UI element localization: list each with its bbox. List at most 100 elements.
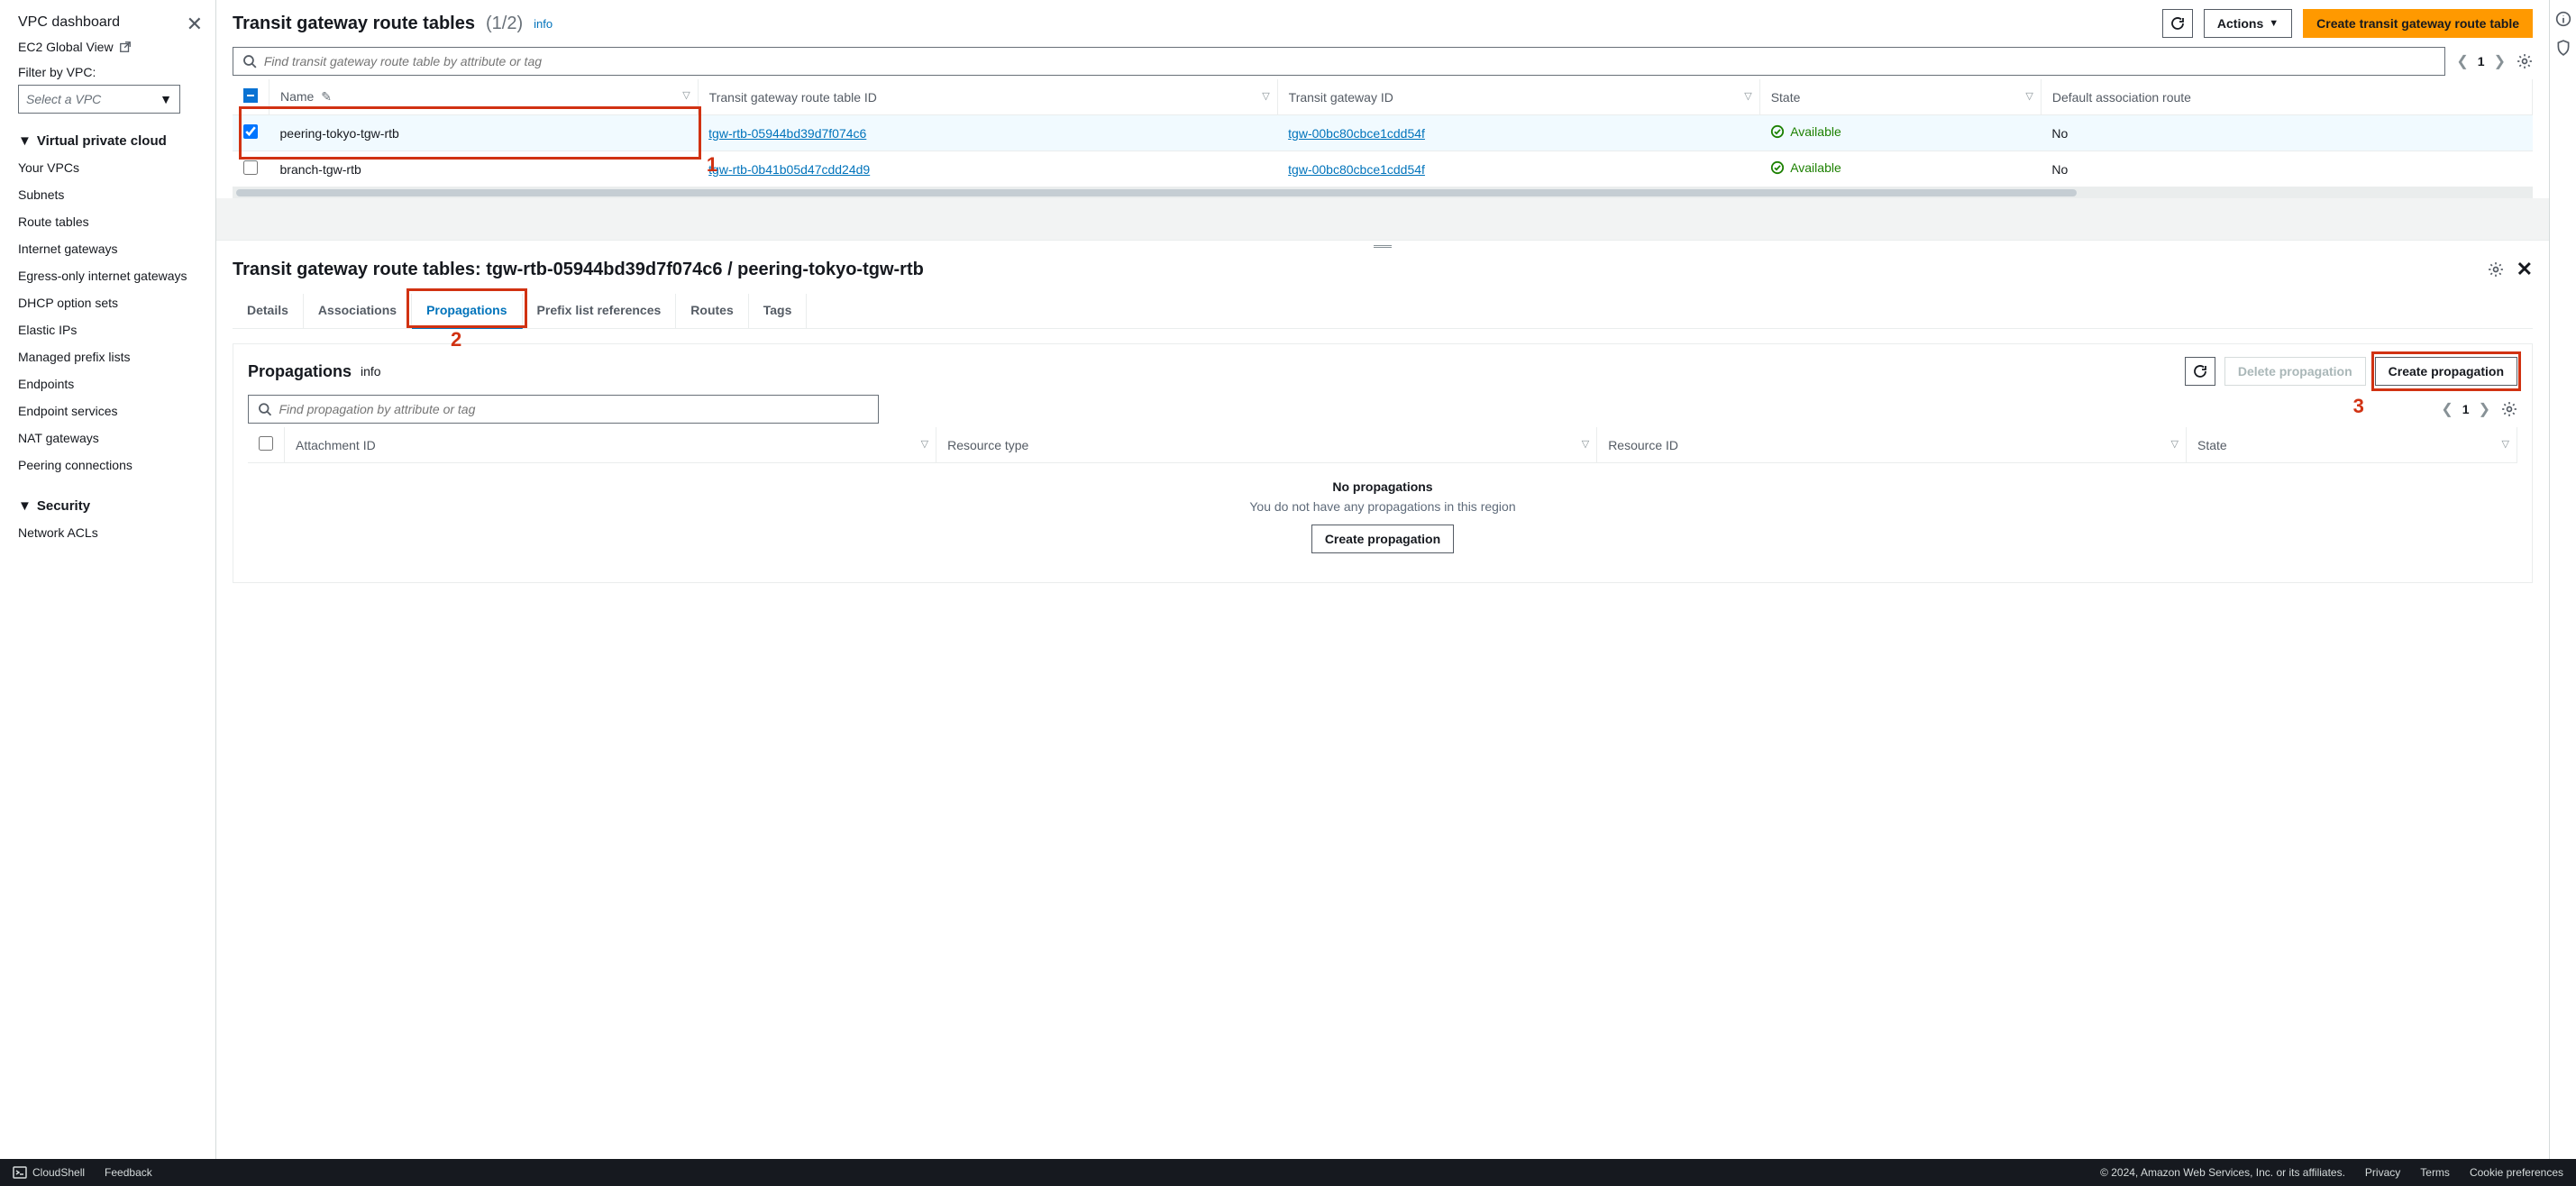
tab-details[interactable]: Details: [233, 294, 304, 328]
empty-propagations: No propagations You do not have any prop…: [248, 463, 2517, 570]
route-tables-pane: Transit gateway route tables (1/2) info …: [216, 0, 2549, 198]
col-default-assoc[interactable]: Default association route: [2041, 79, 2532, 115]
route-table-details-pane: Transit gateway route tables: tgw-rtb-05…: [216, 252, 2549, 1159]
sort-caret-icon: ▽: [921, 438, 928, 450]
shield-icon[interactable]: [2555, 40, 2571, 56]
info-link[interactable]: info: [361, 364, 381, 379]
select-all-checkbox[interactable]: [259, 436, 273, 451]
tgw-id-link[interactable]: tgw-00bc80cbce1cdd54f: [1288, 162, 1425, 177]
rtb-id-link[interactable]: tgw-rtb-0b41b05d47cdd24d9: [708, 162, 870, 177]
nav-subnets[interactable]: Subnets: [18, 181, 215, 208]
privacy-link[interactable]: Privacy: [2365, 1166, 2400, 1179]
tab-tags[interactable]: Tags: [749, 294, 808, 328]
refresh-icon: [2193, 364, 2207, 379]
propagations-table: Attachment ID▽ Resource type▽ Resource I…: [248, 427, 2517, 463]
vpc-select[interactable]: Select a VPC ▼: [18, 85, 180, 114]
col-attachment-id[interactable]: Attachment ID▽: [285, 427, 936, 463]
main: Transit gateway route tables (1/2) info …: [216, 0, 2549, 1159]
split-handle[interactable]: [216, 240, 2549, 252]
nav-dhcp-option-sets[interactable]: DHCP option sets: [18, 289, 215, 316]
ec2-global-label: EC2 Global View: [18, 40, 114, 54]
nav-nat-gateways[interactable]: NAT gateways: [18, 424, 215, 452]
pager-next[interactable]: ❯: [2479, 400, 2490, 418]
create-propagation-button[interactable]: Create propagation: [2375, 357, 2517, 386]
refresh-button[interactable]: [2185, 357, 2215, 386]
refresh-icon: [2170, 16, 2185, 31]
propagations-search-input[interactable]: [279, 402, 869, 416]
pager-prev[interactable]: ❮: [2441, 400, 2453, 418]
route-tables-search-input[interactable]: [264, 54, 2436, 68]
table-settings-button[interactable]: [2517, 53, 2533, 69]
footer: CloudShell Feedback © 2024, Amazon Web S…: [0, 1159, 2576, 1186]
tgw-id-link[interactable]: tgw-00bc80cbce1cdd54f: [1288, 126, 1425, 141]
pager-page: 1: [2462, 402, 2470, 416]
nav-endpoints[interactable]: Endpoints: [18, 370, 215, 397]
caret-down-icon: ▼: [18, 133, 32, 149]
col-resource-type[interactable]: Resource type▽: [936, 427, 1597, 463]
table-row[interactable]: branch-tgw-rtb 1 tgw-rtb-0b41b05d47cdd24…: [233, 151, 2533, 187]
terminal-icon: [13, 1165, 27, 1180]
nav-egress-gateways[interactable]: Egress-only internet gateways: [18, 262, 215, 289]
actions-button[interactable]: Actions ▼: [2204, 9, 2292, 38]
row-def-assoc: No: [2041, 115, 2532, 151]
grip-icon: [1374, 245, 1392, 248]
create-propagation-button-empty[interactable]: Create propagation: [1311, 525, 1454, 553]
tab-prefix-list[interactable]: Prefix list references: [523, 294, 677, 328]
row-checkbox[interactable]: [243, 160, 258, 175]
create-route-table-button[interactable]: Create transit gateway route table: [2303, 9, 2533, 38]
propagations-search[interactable]: [248, 395, 879, 424]
nav-route-tables[interactable]: Route tables: [18, 208, 215, 235]
sort-caret-icon: ▽: [2025, 90, 2032, 102]
col-resource-id[interactable]: Resource ID▽: [1597, 427, 2187, 463]
col-name[interactable]: Name ✎ ▽: [269, 79, 699, 115]
tab-routes[interactable]: Routes: [676, 294, 748, 328]
horizontal-scrollbar[interactable]: [233, 187, 2533, 198]
nav-peering-connections[interactable]: Peering connections: [18, 452, 215, 479]
info-link[interactable]: info: [534, 17, 553, 31]
section-vpc[interactable]: ▼ Virtual private cloud: [18, 133, 215, 149]
feedback-link[interactable]: Feedback: [105, 1166, 152, 1179]
sidebar-close-icon[interactable]: ✕: [187, 13, 203, 36]
pager-next[interactable]: ❯: [2494, 52, 2506, 70]
detail-close-button[interactable]: ✕: [2517, 258, 2533, 281]
empty-title: No propagations: [248, 479, 2517, 494]
col-rtb-id[interactable]: Transit gateway route table ID▽: [698, 79, 1277, 115]
tab-propagations[interactable]: Propagations: [412, 294, 522, 329]
rtb-id-link[interactable]: tgw-rtb-05944bd39d7f074c6: [708, 126, 866, 141]
nav-managed-prefix-lists[interactable]: Managed prefix lists: [18, 343, 215, 370]
cloudshell-button[interactable]: CloudShell: [13, 1165, 85, 1180]
route-tables-table-wrap: Name ✎ ▽ Transit gateway route table ID▽…: [233, 79, 2533, 198]
col-state[interactable]: State▽: [1759, 79, 2041, 115]
nav-endpoint-services[interactable]: Endpoint services: [18, 397, 215, 424]
propagations-pager: ❮ 1 ❯: [2441, 400, 2490, 418]
col-tgw-id[interactable]: Transit gateway ID▽: [1277, 79, 1759, 115]
nav-your-vpcs[interactable]: Your VPCs: [18, 154, 215, 181]
ec2-global-view-link[interactable]: EC2 Global View: [18, 40, 215, 54]
route-tables-search[interactable]: [233, 47, 2445, 76]
col-state[interactable]: State▽: [2187, 427, 2517, 463]
info-circle-icon[interactable]: [2555, 11, 2571, 27]
select-all-checkbox[interactable]: [243, 88, 258, 103]
table-row[interactable]: peering-tokyo-tgw-rtb tgw-rtb-05944bd39d…: [233, 115, 2533, 151]
tab-associations[interactable]: Associations: [304, 294, 412, 328]
table-settings-button[interactable]: [2501, 401, 2517, 417]
pager-prev[interactable]: ❮: [2456, 52, 2468, 70]
refresh-button[interactable]: [2162, 9, 2193, 38]
cookies-link[interactable]: Cookie preferences: [2470, 1166, 2563, 1179]
state-available: Available: [1770, 124, 1841, 139]
filter-by-vpc-label: Filter by VPC:: [18, 65, 215, 79]
nav-network-acls[interactable]: Network ACLs: [18, 519, 215, 546]
pencil-icon: ✎: [321, 89, 332, 104]
nav-internet-gateways[interactable]: Internet gateways: [18, 235, 215, 262]
section-security[interactable]: ▼ Security: [18, 498, 215, 514]
vpc-select-placeholder: Select a VPC: [26, 92, 101, 106]
detail-settings-button[interactable]: [2488, 261, 2504, 278]
gear-icon: [2501, 401, 2517, 417]
page-count: (1/2): [486, 14, 523, 34]
row-checkbox[interactable]: [243, 124, 258, 139]
copyright: © 2024, Amazon Web Services, Inc. or its…: [2100, 1166, 2345, 1179]
nav-elastic-ips[interactable]: Elastic IPs: [18, 316, 215, 343]
terms-link[interactable]: Terms: [2420, 1166, 2450, 1179]
caret-down-icon: ▼: [160, 92, 172, 106]
sort-caret-icon: ▽: [682, 89, 690, 101]
